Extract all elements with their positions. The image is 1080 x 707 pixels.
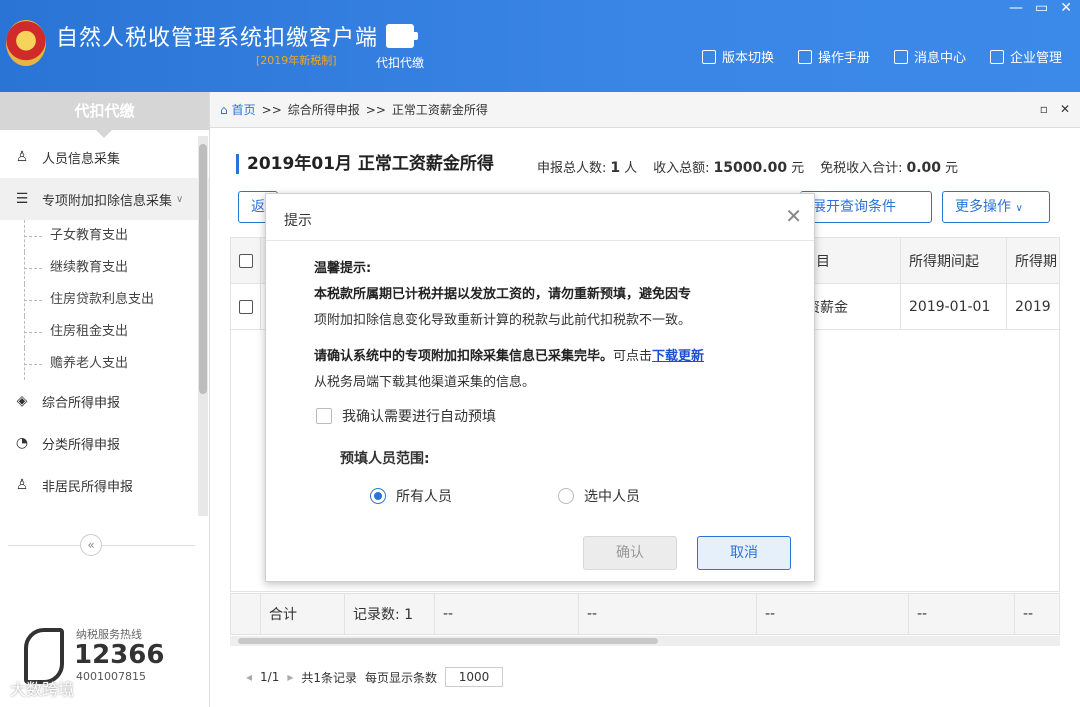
dialog-close-icon[interactable]: ✕	[785, 206, 802, 226]
download-update-link[interactable]: 下载更新	[652, 349, 704, 364]
maximize-icon[interactable]: ▭	[1035, 0, 1048, 16]
sidebar-item-nonresident[interactable]: ♙ 非居民所得申报	[0, 464, 209, 506]
confirm-prefill-label: 我确认需要进行自动预填	[342, 409, 496, 425]
prefill-dialog: 提示 ✕ 温馨提示: 本税款所属期已计税并据以发放工资的，请勿重新预填，避免因专…	[265, 193, 815, 582]
app-title: 自然人税收管理系统扣缴客户端	[56, 26, 379, 51]
breadcrumb: ⌂ 首页 >> 综合所得申报 >> 正常工资薪金所得 ▫ ✕	[210, 92, 1080, 128]
from-text: 从税务局端下载其他渠道采集的信息。	[314, 375, 536, 390]
sidebar-scrollbar[interactable]	[198, 136, 208, 516]
sidebar-title: 代扣代缴	[0, 92, 209, 138]
sidebar: 代扣代缴 ♙ 人员信息采集 ☰ 专项附加扣除信息采集 ∨ 子女教育支出 继续教育…	[0, 92, 210, 707]
row-checkbox[interactable]	[239, 299, 253, 314]
watermark: 大数跨境	[10, 680, 75, 699]
close-window-icon[interactable]: ✕	[1060, 0, 1072, 16]
module-button[interactable]: 代扣代缴	[370, 22, 430, 71]
confirm-prefill-checkbox-row[interactable]: 我确认需要进行自动预填	[316, 406, 496, 426]
summary-stats: 申报总人数: 1 人 收入总额: 15000.00 元 免税收入合计: 0.00 元	[537, 160, 959, 176]
dialog-header: 提示 ✕	[266, 194, 814, 241]
chevron-down-icon: ∨	[1015, 203, 1023, 214]
radio-selected-personnel[interactable]: 选中人员	[558, 486, 640, 506]
record-count: 记录数: 1	[345, 594, 435, 634]
tip-detail: 项附加扣除信息变化导致重新计算的税款与此前代扣税款不一致。	[314, 313, 692, 328]
sidebar-item-special-deduction[interactable]: ☰ 专项附加扣除信息采集 ∨	[0, 178, 209, 220]
person-outline-icon: ♙	[15, 477, 29, 493]
layers-icon: ◈	[16, 393, 28, 409]
tax-emblem-icon	[6, 20, 46, 66]
nav-manual[interactable]: 操作手册	[797, 47, 870, 66]
window-controls: — ▭ ✕	[1009, 0, 1072, 16]
list-icon: ☰	[15, 191, 29, 207]
restore-tab-icon[interactable]: ▫	[1040, 102, 1048, 116]
count-value: 1	[610, 160, 621, 176]
table-hscroll-thumb[interactable]	[238, 638, 658, 644]
breadcrumb-home[interactable]: 首页	[232, 101, 256, 118]
select-all-cell	[231, 238, 261, 283]
breadcrumb-level2: 正常工资薪金所得	[391, 103, 488, 117]
page-indicator: 1/1	[260, 670, 280, 684]
range-label: 预填人员范围:	[340, 451, 430, 467]
app-badge: [2019年新税制]	[256, 54, 337, 67]
dialog-message: 温馨提示: 本税款所属期已计税并据以发放工资的，请勿重新预填，避免因专 项附加扣…	[314, 256, 784, 396]
radio-all-personnel[interactable]: 所有人员	[370, 486, 452, 506]
tip-warning: 本税款所属期已计税并据以发放工资的，请勿重新预填，避免因专	[314, 287, 692, 302]
confirm-button[interactable]: 确认	[583, 536, 677, 570]
sidebar-item-comprehensive[interactable]: ◈ 综合所得申报	[0, 380, 209, 422]
expand-query-button[interactable]: 展开查询条件	[800, 191, 932, 223]
home-icon: ⌂	[220, 102, 228, 117]
sidebar-scroll-thumb[interactable]	[199, 144, 207, 394]
module-label: 代扣代缴	[375, 56, 424, 70]
page-size-input[interactable]: 1000	[445, 667, 504, 687]
top-nav: 版本切换 操作手册 消息中心 企业管理	[701, 47, 1062, 66]
radio-dot	[558, 488, 574, 504]
person-icon: ♙	[15, 149, 29, 165]
page-size-label: 每页显示条数	[365, 670, 438, 685]
collapse-sidebar-button[interactable]: «	[80, 534, 102, 556]
document-icon	[701, 49, 716, 64]
summary-total-label: 合计	[261, 594, 345, 634]
sidebar-item-personnel[interactable]: ♙ 人员信息采集	[0, 136, 209, 178]
building-icon	[989, 49, 1004, 64]
sidebar-subitem-elderly[interactable]: 赡养老人支出	[0, 348, 209, 380]
prev-page-icon[interactable]: ◂	[246, 670, 252, 684]
tip-heading: 温馨提示:	[314, 261, 372, 276]
nav-version-switch[interactable]: 版本切换	[701, 47, 774, 66]
select-all-checkbox[interactable]	[239, 253, 253, 268]
breadcrumb-level1[interactable]: 综合所得申报	[288, 101, 360, 118]
minimize-icon[interactable]: —	[1009, 0, 1023, 16]
pagination: ◂ 1/1 ▸ 共1条记录 每页显示条数 1000	[246, 667, 504, 687]
sidebar-item-classified[interactable]: ◔ 分类所得申报	[0, 422, 209, 464]
dialog-title: 提示	[284, 213, 312, 229]
next-page-icon[interactable]: ▸	[287, 670, 293, 684]
hotline-number: 12366	[74, 640, 165, 670]
app-header: 自然人税收管理系统扣缴客户端 [2019年新税制] 代扣代缴 — ▭ ✕ 版本切…	[0, 0, 1080, 92]
wallet-icon	[386, 24, 418, 48]
table-hscrollbar[interactable]	[230, 636, 1060, 646]
more-actions-button[interactable]: 更多操作 ∨	[942, 191, 1050, 223]
sidebar-subitem-continuing-edu[interactable]: 继续教育支出	[0, 252, 209, 284]
cancel-button[interactable]: 取消	[697, 536, 791, 570]
exempt-value: 0.00	[906, 160, 942, 176]
hotline-sub: 4001007815	[76, 670, 146, 683]
total-records: 共1条记录	[301, 670, 358, 685]
confirm-message: 请确认系统中的专项附加扣除采集信息已采集完毕。	[314, 349, 614, 364]
sidebar-subitem-mortgage[interactable]: 住房贷款利息支出	[0, 284, 209, 316]
sidebar-subitem-child-edu[interactable]: 子女教育支出	[0, 220, 209, 252]
confirm-prefill-checkbox[interactable]	[316, 408, 332, 424]
close-tab-icon[interactable]: ✕	[1060, 102, 1070, 116]
radio-dot	[370, 488, 386, 504]
book-icon	[797, 49, 812, 64]
summary-row: 合计 记录数: 1 -- -- -- -- --	[230, 593, 1060, 635]
page-title: 2019年01月 正常工资薪金所得	[236, 154, 494, 174]
income-value: 15000.00	[713, 160, 788, 176]
nav-enterprise[interactable]: 企业管理	[989, 47, 1062, 66]
sidebar-subitem-rent[interactable]: 住房租金支出	[0, 316, 209, 348]
clock-icon: ◔	[15, 435, 29, 451]
chevron-down-icon: ∨	[176, 193, 184, 205]
mail-icon	[893, 49, 908, 64]
nav-messages[interactable]: 消息中心	[893, 47, 966, 66]
